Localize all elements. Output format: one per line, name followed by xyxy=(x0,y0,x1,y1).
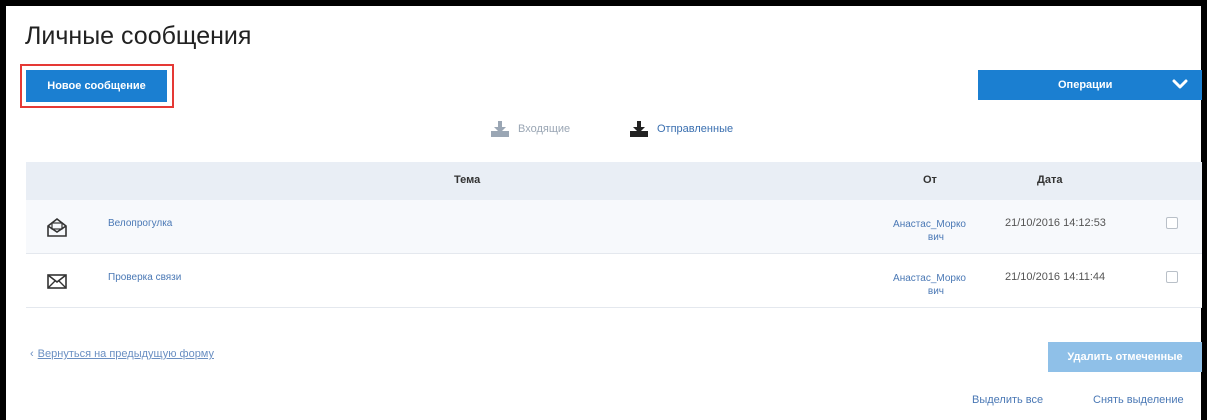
inbox-download-icon xyxy=(491,121,509,137)
deselect-link[interactable]: Снять выделение xyxy=(1093,394,1184,406)
column-header-subject[interactable]: Тема xyxy=(454,174,480,186)
column-header-date[interactable]: Дата xyxy=(1037,174,1062,186)
operations-button[interactable]: Операции xyxy=(978,70,1202,100)
row-checkbox[interactable] xyxy=(1166,217,1178,229)
row-checkbox[interactable] xyxy=(1166,271,1178,283)
message-date: 21/10/2016 14:12:53 xyxy=(1005,217,1106,229)
arrow-left-icon: ‹ xyxy=(30,348,34,360)
sender-name-line2: вич xyxy=(927,286,944,297)
operations-label: Операции xyxy=(1058,79,1113,91)
back-link-label: Вернуться на предыдущую форму xyxy=(37,348,214,360)
sent-download-icon xyxy=(630,121,648,137)
tab-inbox-label: Входящие xyxy=(518,123,571,135)
envelope-open-icon xyxy=(47,217,67,237)
table-row[interactable]: Велопрогулка Анастас_Морко вич 21/10/201… xyxy=(26,200,1202,254)
tab-sent[interactable]: Отправленные xyxy=(629,118,733,140)
new-message-button[interactable]: Новое сообщение xyxy=(26,70,167,102)
tab-sent-label: Отправленные xyxy=(657,123,734,135)
delete-selected-button[interactable]: Удалить отмеченные xyxy=(1048,342,1202,372)
sender-name-line1: Анастас_Морко xyxy=(893,273,966,284)
message-subject[interactable]: Велопрогулка xyxy=(108,218,172,229)
envelope-closed-icon xyxy=(47,274,67,289)
table-header: Тема От Дата xyxy=(26,162,1202,200)
message-sender[interactable]: Анастас_Морко вич xyxy=(866,218,966,244)
sender-name-line1: Анастас_Морко xyxy=(893,219,966,230)
select-all-link[interactable]: Выделить все xyxy=(972,394,1043,406)
message-date: 21/10/2016 14:11:44 xyxy=(1005,271,1106,283)
back-link[interactable]: ‹ Вернуться на предыдущую форму xyxy=(30,348,214,360)
page-title: Личные сообщения xyxy=(25,22,252,50)
chevron-down-icon xyxy=(1172,79,1188,89)
column-header-from[interactable]: От xyxy=(923,174,937,186)
message-subject[interactable]: Проверка связи xyxy=(108,272,181,283)
tab-inbox[interactable]: Входящие xyxy=(490,118,570,140)
message-sender[interactable]: Анастас_Морко вич xyxy=(866,272,966,298)
table-row[interactable]: Проверка связи Анастас_Морко вич 21/10/2… xyxy=(26,254,1202,308)
sender-name-line2: вич xyxy=(927,232,944,243)
